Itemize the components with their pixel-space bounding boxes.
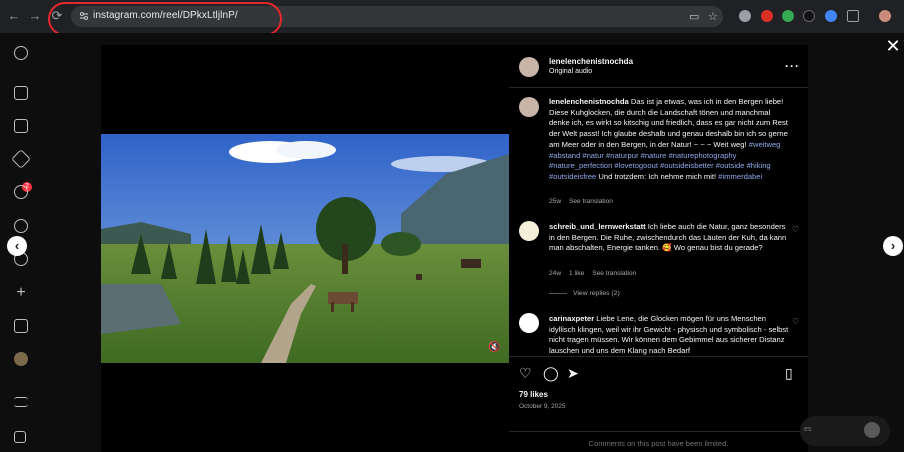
- comment-author[interactable]: schreib_und_lernwerkstatt: [549, 222, 646, 231]
- url-highlight-annotation: [48, 2, 282, 36]
- home-icon[interactable]: [14, 86, 28, 100]
- author-avatar[interactable]: [519, 57, 539, 77]
- dashboard-icon[interactable]: [14, 319, 28, 333]
- more-icon[interactable]: [14, 431, 26, 443]
- profile-icon[interactable]: [14, 352, 28, 366]
- comment-like-icon[interactable]: ♡: [792, 226, 800, 234]
- view-replies-button[interactable]: View replies (2): [549, 290, 620, 297]
- previous-post-button[interactable]: ‹: [7, 236, 27, 256]
- menu-icon[interactable]: [14, 397, 28, 407]
- post-date: October 9, 2025: [519, 403, 566, 410]
- ext-blue-icon[interactable]: [825, 10, 837, 22]
- comment-2-author[interactable]: carinaxpeter: [549, 314, 594, 323]
- comment-2-like-icon[interactable]: ♡: [792, 318, 800, 326]
- cast-icon[interactable]: ▭: [689, 10, 699, 23]
- ext-green-icon[interactable]: [782, 10, 794, 22]
- share-icon[interactable]: ➤: [567, 366, 581, 380]
- forward-icon[interactable]: →: [28, 9, 42, 23]
- ext-dark-icon[interactable]: [803, 10, 815, 22]
- back-icon[interactable]: ←: [7, 9, 21, 23]
- reels-icon[interactable]: [14, 119, 28, 133]
- post-actions: ♡ ◯ ➤ ▯ 79 likes October 9, 2025 Comment…: [509, 356, 808, 452]
- caption-hashtag-2[interactable]: #immerdabei: [718, 172, 762, 181]
- caption-author[interactable]: lenelenchenistnochda: [549, 97, 629, 106]
- caption-age: 25w: [549, 198, 562, 205]
- landscape-video-frame: [101, 134, 509, 363]
- caption-meta: 25w See translation: [549, 198, 619, 205]
- more-options-icon[interactable]: ···: [785, 59, 800, 73]
- ext-red-icon[interactable]: [761, 10, 773, 22]
- see-translation-link[interactable]: See translation: [569, 198, 613, 205]
- commenter-avatar-2[interactable]: [519, 313, 539, 333]
- comment-2: carinaxpeter Liebe Lene, die Glocken mög…: [549, 314, 791, 356]
- bookmark-star-icon[interactable]: ☆: [708, 10, 718, 23]
- author-username[interactable]: lenelenchenistnochda: [549, 57, 633, 66]
- create-icon[interactable]: +: [14, 285, 28, 301]
- globe-icon[interactable]: [739, 10, 751, 22]
- commenter-avatar[interactable]: [519, 221, 539, 241]
- caption: lenelenchenistnochda Das ist ja etwas, w…: [549, 97, 791, 183]
- view-replies-label: View replies (2): [573, 290, 620, 297]
- likes-count[interactable]: 79 likes: [519, 390, 548, 399]
- like-icon[interactable]: ♡: [519, 366, 533, 380]
- post-details-panel: lenelenchenistnochda Original audio ··· …: [509, 45, 808, 452]
- explore-icon[interactable]: [14, 219, 28, 233]
- comment-age: 24w: [549, 270, 562, 277]
- comment-see-translation[interactable]: See translation: [592, 270, 636, 277]
- mute-icon[interactable]: 🔇: [488, 342, 500, 354]
- messages-label: es: [804, 426, 812, 433]
- comment-icon[interactable]: ◯: [543, 366, 559, 380]
- comment: schreib_und_lernwerkstatt Ich liebe auch…: [549, 222, 791, 254]
- instagram-logo-icon[interactable]: [14, 46, 28, 60]
- messages-avatar-icon[interactable]: [864, 422, 880, 438]
- puzzle-icon[interactable]: [847, 10, 859, 22]
- save-icon[interactable]: ▯: [785, 366, 799, 380]
- caption-text-2: Und trotzdem: Ich nehme mich mit!: [598, 171, 717, 181]
- search-icon[interactable]: [14, 185, 28, 199]
- reel-video[interactable]: 🔇: [101, 45, 509, 452]
- caption-avatar[interactable]: [519, 97, 539, 117]
- comment-meta: 24w 1 like See translation: [549, 270, 642, 277]
- next-post-button[interactable]: ›: [883, 236, 903, 256]
- comments-limited-notice: Comments on this post have been limited.: [509, 431, 808, 448]
- post-header: lenelenchenistnochda Original audio ···: [509, 45, 808, 88]
- close-icon[interactable]: ✕: [884, 37, 902, 55]
- original-audio-link[interactable]: Original audio: [549, 68, 592, 75]
- comment-likes[interactable]: 1 like: [569, 270, 584, 277]
- direct-icon[interactable]: [11, 149, 31, 169]
- profile-avatar[interactable]: [879, 10, 891, 22]
